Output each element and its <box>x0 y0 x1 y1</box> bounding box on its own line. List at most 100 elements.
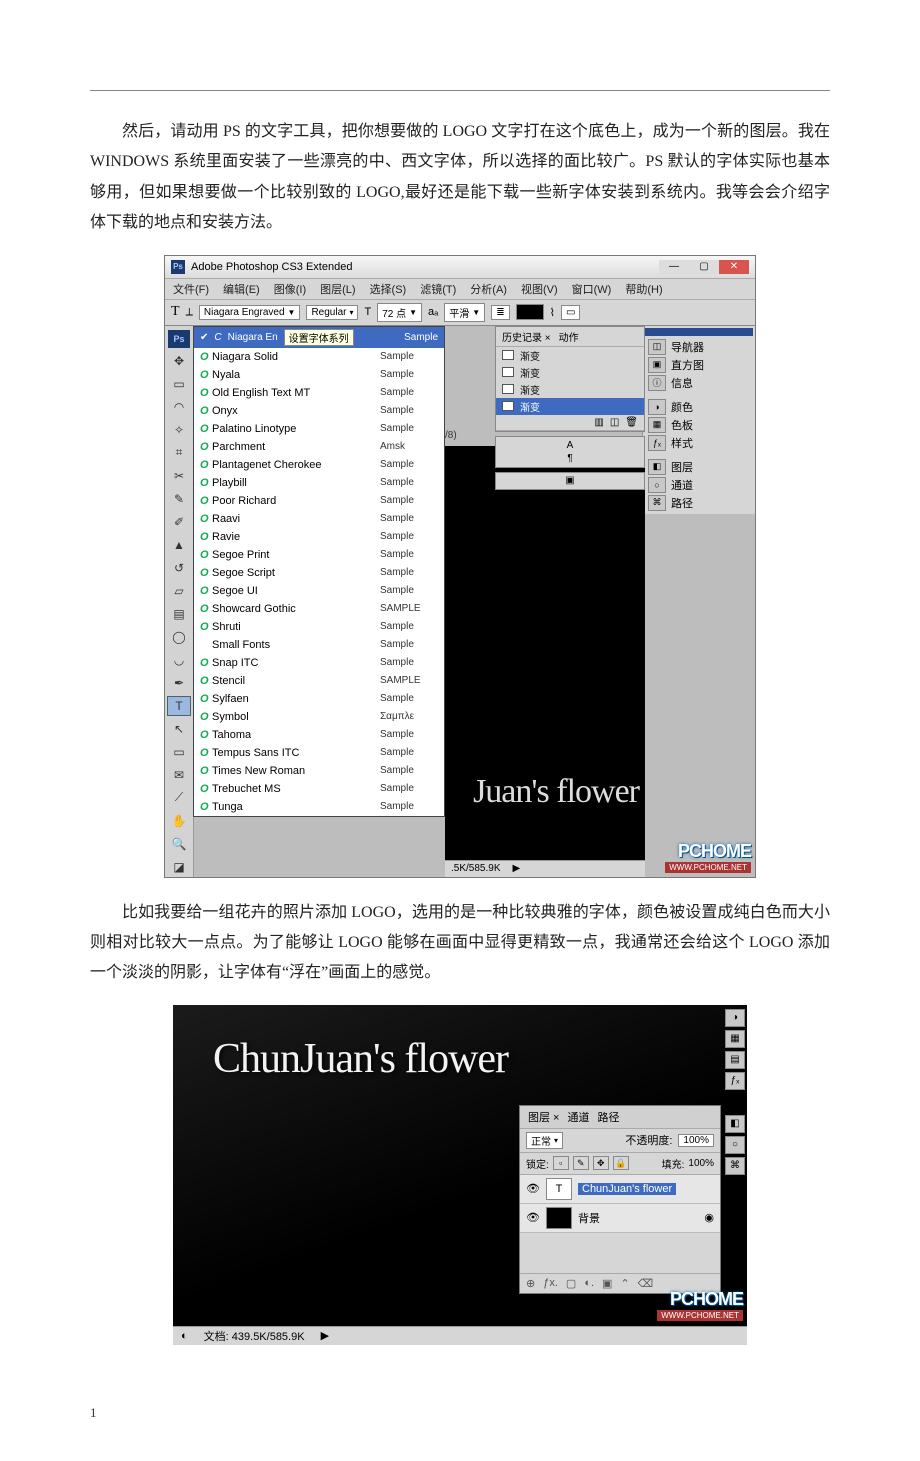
orientation-icon[interactable]: ⟂ <box>186 306 193 319</box>
panel-tab[interactable]: 路径 <box>597 1109 619 1125</box>
dock-item[interactable]: ⓘ信息 <box>645 374 753 392</box>
dock-item[interactable]: ◑颜色 <box>645 398 753 416</box>
dodge-tool-icon[interactable]: ◡ <box>168 650 190 670</box>
font-option[interactable]: OOnyxSample <box>194 402 444 420</box>
layers-footer-icon[interactable]: ⌫ <box>638 1277 654 1290</box>
zoom-tool-icon[interactable]: 🔍 <box>168 834 190 854</box>
layers-panel[interactable]: 图层 ×通道路径 正常 ▾ 不透明度: 100% 锁定: ▫ ✎ ✥ 🔒 填充: <box>519 1105 721 1294</box>
visibility-icon[interactable]: 👁 <box>526 1211 540 1224</box>
font-weight-select[interactable]: Regular ▾ <box>306 305 358 320</box>
document-canvas[interactable]: Juan's flower <box>445 446 645 861</box>
layers-footer-icon[interactable]: ⌃ <box>620 1277 629 1290</box>
dock-icon[interactable]: ○ <box>725 1136 745 1154</box>
eyedropper-icon[interactable]: ⟋ <box>168 788 190 808</box>
status-play-icon[interactable]: ▶ <box>512 863 520 874</box>
eraser-tool-icon[interactable]: ▱ <box>168 581 190 601</box>
slice-tool-icon[interactable]: ✂ <box>168 466 190 486</box>
dock-item[interactable]: ƒₓ样式 <box>645 434 753 452</box>
history-item[interactable]: 渐变 <box>496 381 644 398</box>
warp-text-icon[interactable]: ⌇ <box>550 306 555 319</box>
font-option[interactable]: OShowcard GothicSAMPLE <box>194 600 444 618</box>
font-option[interactable]: OSymbolΣαμπλε <box>194 708 444 726</box>
font-option[interactable]: OSegoe ScriptSample <box>194 564 444 582</box>
marquee-tool-icon[interactable]: ▭ <box>168 374 190 394</box>
menu-item[interactable]: 视图(V) <box>521 281 558 297</box>
font-dropdown[interactable]: ✔ C Niagara En 设置字体系列 Sample ONiagara So… <box>193 326 445 817</box>
menu-item[interactable]: 图像(I) <box>274 281 306 297</box>
visibility-icon[interactable]: 👁 <box>526 1182 540 1195</box>
menu-item[interactable]: 选择(S) <box>370 281 407 297</box>
panel-tab[interactable]: 动作 <box>559 329 579 344</box>
stamp-tool-icon[interactable]: ▲ <box>168 535 190 555</box>
lock-move-icon[interactable]: ✥ <box>593 1156 609 1170</box>
layers-footer-icon[interactable]: ⊕ <box>526 1277 535 1290</box>
panel-dock[interactable]: ◫导航器▣直方图ⓘ信息◑颜色▦色板ƒₓ样式◧图层○通道⌘路径 <box>642 326 755 514</box>
layers-footer-icon[interactable]: ▢ <box>566 1277 576 1290</box>
history-panel[interactable]: 历史记录 ×动作 渐变渐变渐变渐变 ▥ ◫ 🗑 <box>495 326 645 432</box>
history-brush-icon[interactable]: ↺ <box>168 558 190 578</box>
character-panel-collapsed[interactable]: A¶ <box>495 436 645 468</box>
layer-row[interactable]: 👁TChunJuan's flower <box>520 1175 720 1204</box>
font-option[interactable]: OOld English Text MTSample <box>194 384 444 402</box>
font-option[interactable]: ORaaviSample <box>194 510 444 528</box>
layer-comps-collapsed[interactable]: ▣ <box>495 472 645 490</box>
notes-tool-icon[interactable]: ✉ <box>168 765 190 785</box>
lock-all-icon[interactable]: 🔒 <box>613 1156 629 1170</box>
heal-tool-icon[interactable]: ✎ <box>168 489 190 509</box>
font-option[interactable]: OTimes New RomanSample <box>194 762 444 780</box>
font-option[interactable]: Small FontsSample <box>194 636 444 654</box>
font-option[interactable]: OSylfaenSample <box>194 690 444 708</box>
font-option[interactable]: OTungaSample <box>194 798 444 816</box>
font-option[interactable]: OPoor RichardSample <box>194 492 444 510</box>
font-option[interactable]: OSegoe PrintSample <box>194 546 444 564</box>
lock-brush-icon[interactable]: ✎ <box>573 1156 589 1170</box>
menu-item[interactable]: 文件(F) <box>173 281 209 297</box>
gradient-tool-icon[interactable]: ▤ <box>168 604 190 624</box>
menu-item[interactable]: 编辑(E) <box>223 281 260 297</box>
character-panel-icon[interactable]: ▭ <box>561 305 580 320</box>
layer-row[interactable]: 👁背景◉ <box>520 1204 720 1233</box>
font-option[interactable]: OParchmentAmsk <box>194 438 444 456</box>
window-close-button[interactable]: ✕ <box>719 260 749 274</box>
history-icon[interactable]: ▥ <box>594 417 603 428</box>
lasso-tool-icon[interactable]: ◠ <box>168 397 190 417</box>
dock-item[interactable]: ◧图层 <box>645 458 753 476</box>
wand-tool-icon[interactable]: ✧ <box>168 420 190 440</box>
snapshot-icon[interactable]: ◫ <box>610 417 619 428</box>
menu-item[interactable]: 帮助(H) <box>625 281 662 297</box>
crop-tool-icon[interactable]: ⌗ <box>168 443 190 463</box>
font-option[interactable]: ONyalaSample <box>194 366 444 384</box>
hand-tool-icon[interactable]: ✋ <box>168 811 190 831</box>
menu-item[interactable]: 分析(A) <box>470 281 507 297</box>
dock-icon[interactable]: ⌘ <box>725 1157 745 1175</box>
font-option[interactable]: ONiagara SolidSample <box>194 348 444 366</box>
dock-item[interactable]: ○通道 <box>645 476 753 494</box>
tools-palette[interactable]: Ps ✥ ▭ ◠ ✧ ⌗ ✂ ✎ ✐ ▲ ↺ ▱ ▤ ◯ ◡ ✒ T ↖ ▭ ✉ <box>165 326 194 877</box>
menu-item[interactable]: 窗口(W) <box>572 281 612 297</box>
shape-tool-icon[interactable]: ▭ <box>168 742 190 762</box>
dock-icon[interactable]: ◑ <box>725 1009 745 1027</box>
collapsed-dock-bottom[interactable]: ◧ ○ ⌘ <box>725 1115 745 1175</box>
pen-tool-icon[interactable]: ✒ <box>168 673 190 693</box>
status-play-icon[interactable]: ▶ <box>321 1329 329 1342</box>
blur-tool-icon[interactable]: ◯ <box>168 627 190 647</box>
font-size-select[interactable]: 72 点 ▼ <box>377 303 422 322</box>
history-item[interactable]: 渐变 <box>496 364 644 381</box>
font-option[interactable]: OTrebuchet MSSample <box>194 780 444 798</box>
font-option[interactable]: OPlaybillSample <box>194 474 444 492</box>
fill-value[interactable]: 100% <box>688 1158 714 1169</box>
font-option[interactable]: OStencilSAMPLE <box>194 672 444 690</box>
history-item[interactable]: 渐变 <box>496 347 644 364</box>
path-select-icon[interactable]: ↖ <box>168 719 190 739</box>
text-align-buttons[interactable]: ≣ <box>491 305 509 320</box>
layers-footer-icon[interactable]: ▣ <box>602 1277 612 1290</box>
color-swatches-icon[interactable]: ◪ <box>168 857 190 877</box>
text-color-swatch[interactable] <box>516 304 544 320</box>
window-min-button[interactable]: — <box>659 260 689 274</box>
menu-item[interactable]: 图层(L) <box>320 281 355 297</box>
dock-icon[interactable]: ▦ <box>725 1030 745 1048</box>
dock-icon[interactable]: ◧ <box>725 1115 745 1133</box>
trash-icon[interactable]: 🗑 <box>625 417 638 428</box>
blend-mode-select[interactable]: 正常 ▾ <box>526 1132 563 1149</box>
font-option[interactable]: OPlantagenet CherokeeSample <box>194 456 444 474</box>
